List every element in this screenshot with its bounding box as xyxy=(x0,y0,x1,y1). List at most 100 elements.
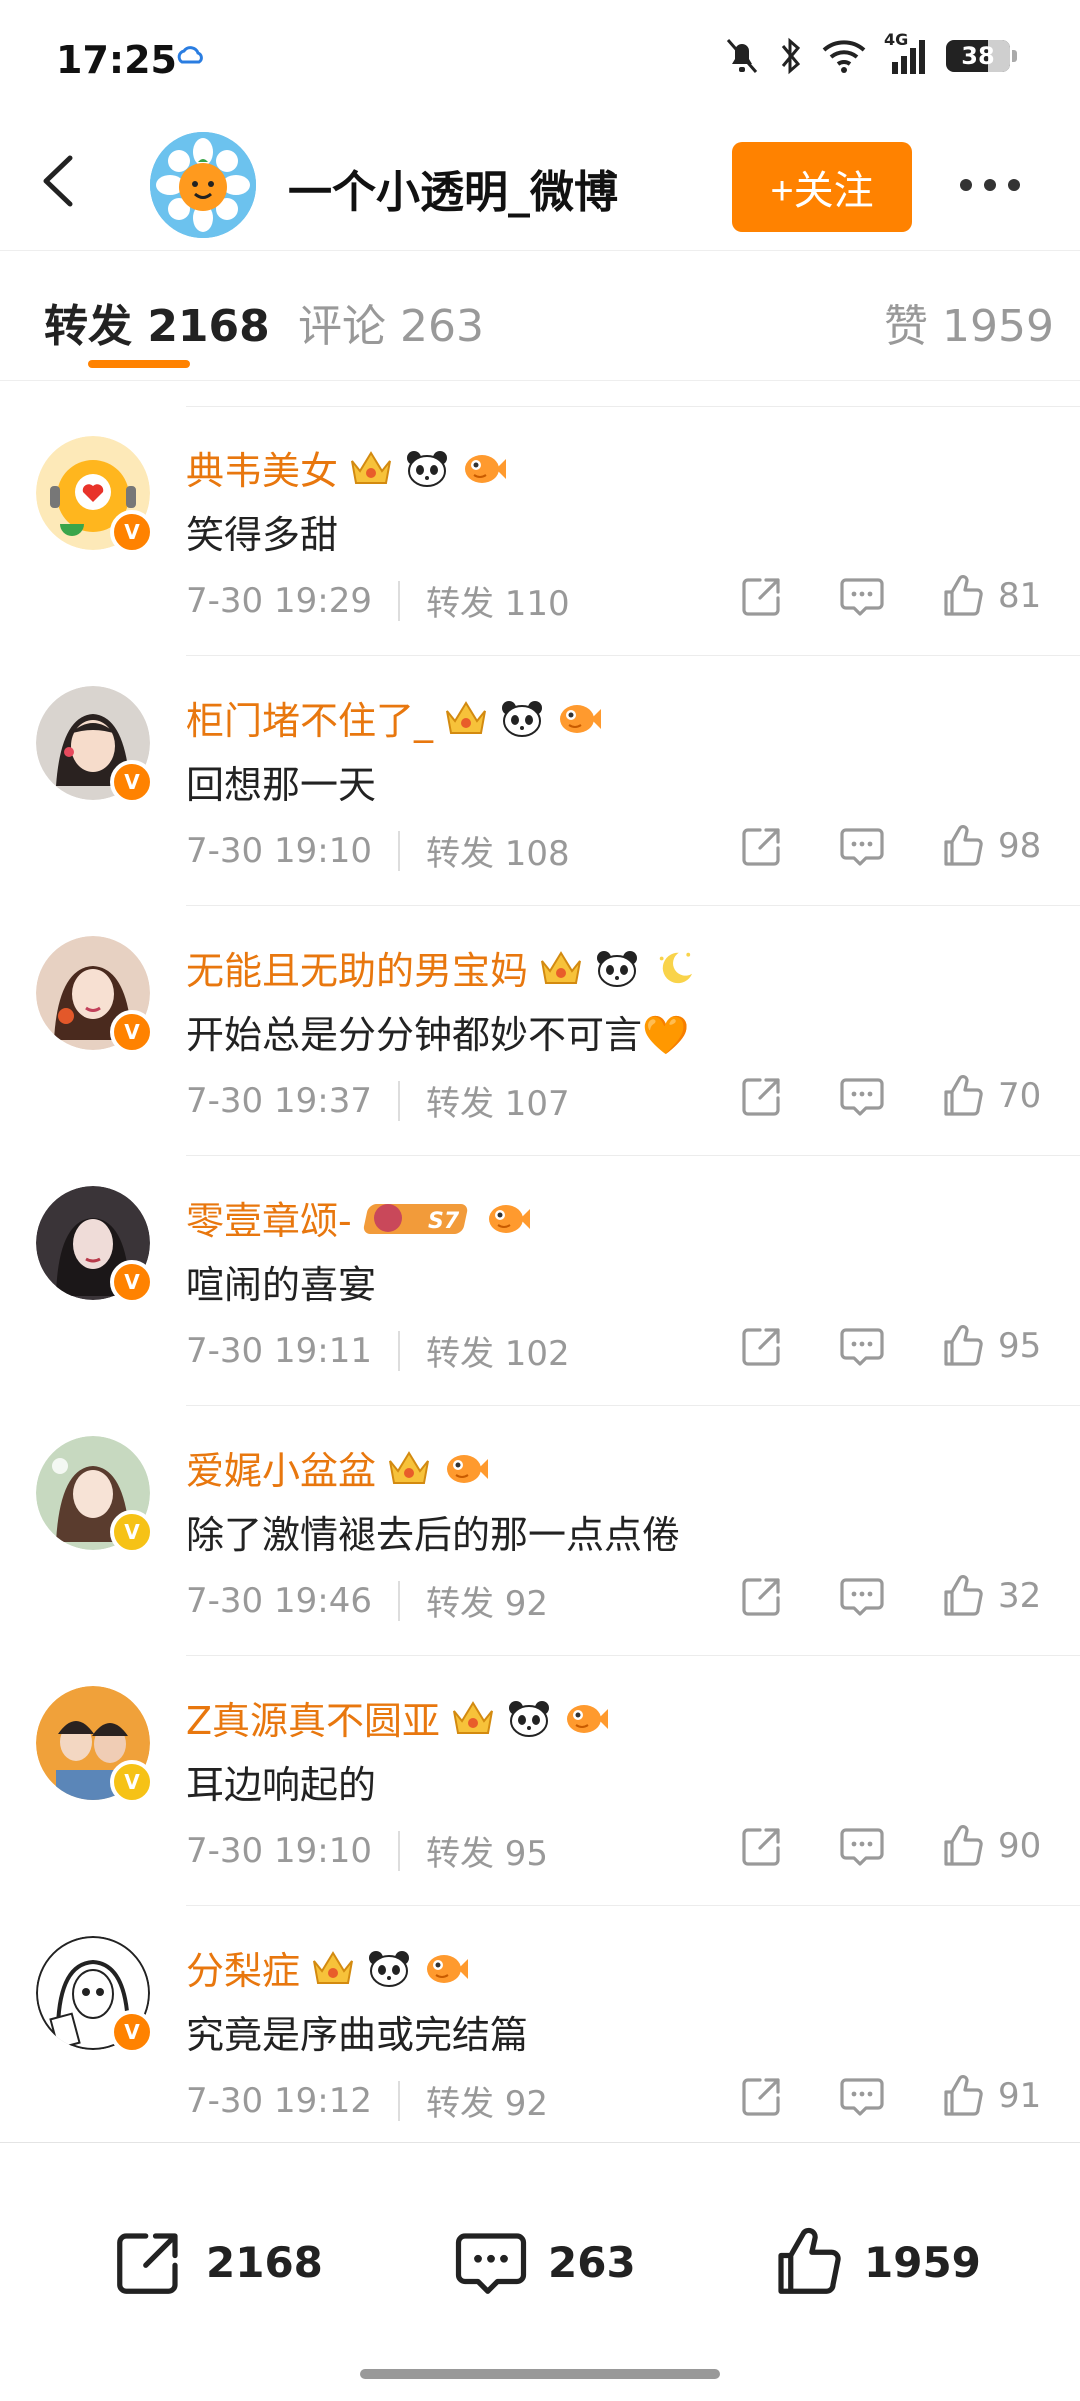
share-icon[interactable] xyxy=(738,1822,786,1870)
repost-text: 笑得多甜 xyxy=(186,513,339,557)
user-name[interactable]: Z真源真不圆亚 xyxy=(186,1690,440,1745)
repost-text: 耳边响起的 xyxy=(186,1763,377,1807)
status-bar: 17:25 4G 38 xyxy=(0,0,1080,120)
cloud-sync-icon xyxy=(177,46,203,64)
list-item[interactable]: V 分梨症 究竟是序曲或完结篇 7-30 19:12 转发 92 91 xyxy=(0,1906,1080,2156)
like-icon[interactable] xyxy=(938,1322,986,1370)
timestamp: 7-30 19:37 xyxy=(186,1080,372,1121)
like-icon[interactable] xyxy=(938,822,986,870)
comment-icon[interactable] xyxy=(838,1072,886,1120)
comment-icon[interactable] xyxy=(838,822,886,870)
divider xyxy=(397,2080,400,2121)
user-name[interactable]: 爱娓小盆盆 xyxy=(186,1440,376,1495)
repost-count: 转发 92 xyxy=(425,2084,549,2124)
bottom-repost-count: 2168 xyxy=(206,2237,323,2287)
comment-icon[interactable] xyxy=(838,1822,886,1870)
verified-badge: V xyxy=(110,1760,154,1804)
crown-badge-icon xyxy=(443,699,489,737)
mute-bell-icon xyxy=(726,39,758,73)
repost-text: 开始总是分分钟都妙不可言🧡 xyxy=(186,1013,690,1057)
repost-text: 喧闹的喜宴 xyxy=(186,1263,377,1307)
sun-orange-avatar-icon xyxy=(150,132,256,238)
home-indicator[interactable] xyxy=(360,2369,720,2379)
bottom-like-button[interactable]: 1959 xyxy=(768,2223,981,2301)
verified-badge: V xyxy=(110,510,154,554)
repost-count: 转发 102 xyxy=(425,1334,570,1374)
comment-icon xyxy=(455,2233,527,2294)
s7-level-badge-icon: S7 xyxy=(363,1203,467,1234)
crown-badge-icon xyxy=(348,449,394,487)
repost-count: 转发 108 xyxy=(425,834,570,874)
comment-icon[interactable] xyxy=(838,1322,886,1370)
bluetooth-icon xyxy=(781,37,801,75)
tab-comment[interactable]: 评论 263 xyxy=(298,290,484,354)
repost-text: 回想那一天 xyxy=(186,763,377,807)
verified-badge: V xyxy=(110,1010,154,1054)
fish-badge-icon xyxy=(562,1699,610,1737)
share-icon xyxy=(117,2233,178,2294)
user-name[interactable]: 分梨症 xyxy=(186,1940,300,1995)
active-tab-indicator xyxy=(88,360,190,368)
verified-badge: V xyxy=(110,1260,154,1304)
fish-badge-icon xyxy=(422,1949,470,1987)
repost-count: 转发 92 xyxy=(425,1584,549,1624)
header: 一个小透明_微博 +关注 xyxy=(0,120,1080,251)
like-icon xyxy=(778,2227,841,2294)
follow-button[interactable]: +关注 xyxy=(732,142,912,232)
account-avatar[interactable] xyxy=(150,132,256,238)
share-icon[interactable] xyxy=(738,2072,786,2120)
like-count: 95 xyxy=(998,1326,1042,1366)
panda-badge-icon xyxy=(506,1698,552,1738)
list-item[interactable]: V Z真源真不圆亚 耳边响起的 7-30 19:10 转发 95 90 xyxy=(0,1656,1080,1906)
like-count: 70 xyxy=(998,1076,1042,1116)
bottom-comment-button[interactable]: 263 xyxy=(452,2223,636,2301)
like-icon[interactable] xyxy=(938,1572,986,1620)
status-icons: 4G 38 xyxy=(724,30,1017,76)
comment-icon[interactable] xyxy=(838,2072,886,2120)
fish-badge-icon xyxy=(442,1449,490,1487)
bottom-repost-button[interactable]: 2168 xyxy=(110,2223,323,2301)
like-icon[interactable] xyxy=(938,1072,986,1120)
verified-badge: V xyxy=(110,2010,154,2054)
like-icon[interactable] xyxy=(938,1822,986,1870)
share-icon[interactable] xyxy=(738,822,786,870)
list-item[interactable]: V 典韦美女 笑得多甜 7-30 19:29 转发 110 81 xyxy=(0,406,1080,656)
share-icon[interactable] xyxy=(738,1072,786,1120)
crown-badge-icon xyxy=(450,1699,496,1737)
verified-badge: V xyxy=(110,1510,154,1554)
divider xyxy=(397,1330,400,1371)
like-count: 32 xyxy=(998,1576,1042,1616)
share-icon[interactable] xyxy=(738,1572,786,1620)
divider xyxy=(397,1080,400,1121)
comment-icon[interactable] xyxy=(838,1572,886,1620)
tab-repost[interactable]: 转发 2168 xyxy=(44,290,270,354)
list-item[interactable]: V 无能且无助的男宝妈 开始总是分分钟都妙不可言🧡 7-30 19:37 转发 … xyxy=(0,906,1080,1156)
tab-like[interactable]: 赞 1959 xyxy=(884,290,1054,354)
user-name[interactable]: 无能且无助的男宝妈 xyxy=(186,940,528,995)
bottom-comment-count: 263 xyxy=(548,2237,636,2287)
share-icon[interactable] xyxy=(738,572,786,620)
user-name[interactable]: 典韦美女 xyxy=(186,440,338,495)
list-item[interactable]: V 爱娓小盆盆 除了激情褪去后的那一点点倦 7-30 19:46 转发 92 3… xyxy=(0,1406,1080,1656)
share-icon[interactable] xyxy=(738,1322,786,1370)
tab-bar: 转发 2168 评论 263 赞 1959 xyxy=(0,250,1080,381)
like-icon[interactable] xyxy=(938,572,986,620)
repost-text: 究竟是序曲或完结篇 xyxy=(186,2013,529,2057)
list-item[interactable]: V 柜门堵不住了_ 回想那一天 7-30 19:10 转发 108 98 xyxy=(0,656,1080,906)
list-item[interactable]: V 零壹章颂- S7 喧闹的喜宴 7-30 19:11 转发 102 95 xyxy=(0,1156,1080,1406)
more-icon[interactable] xyxy=(960,160,1040,210)
bottom-like-count: 1959 xyxy=(864,2237,981,2287)
like-count: 81 xyxy=(998,576,1042,616)
like-icon[interactable] xyxy=(938,2072,986,2120)
repost-count: 转发 110 xyxy=(425,584,570,624)
like-count: 91 xyxy=(998,2076,1042,2116)
fish-badge-icon xyxy=(555,699,603,737)
user-name[interactable]: 零壹章颂- xyxy=(186,1190,352,1245)
timestamp: 7-30 19:46 xyxy=(186,1580,372,1621)
user-name[interactable]: 柜门堵不住了_ xyxy=(186,690,433,745)
back-arrow-icon[interactable] xyxy=(30,146,90,216)
panda-badge-icon xyxy=(366,1948,412,1988)
crown-badge-icon xyxy=(538,949,584,987)
comment-icon[interactable] xyxy=(838,572,886,620)
repost-count: 转发 107 xyxy=(425,1084,570,1124)
